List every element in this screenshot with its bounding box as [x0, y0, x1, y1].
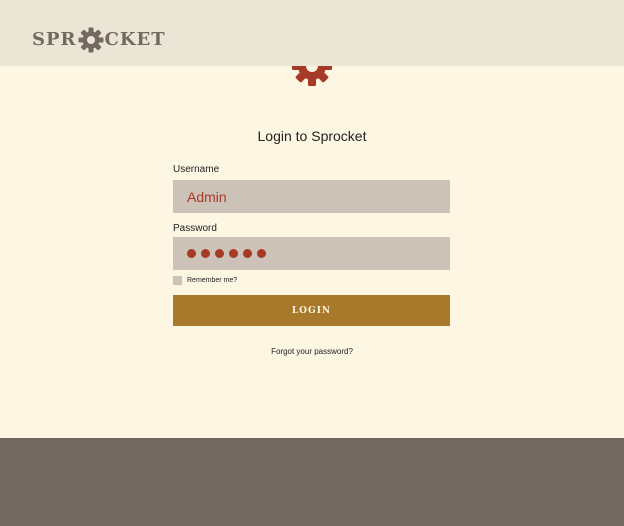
login-title: Login to Sprocket	[257, 128, 367, 144]
logo-text-suffix: CKET	[104, 29, 166, 50]
password-label: Password	[173, 223, 217, 234]
forgot-password-link[interactable]: Forgot your password?	[0, 347, 624, 356]
username-field[interactable]: Admin	[173, 180, 450, 213]
password-mask-dot	[243, 249, 252, 258]
password-mask-dot	[215, 249, 224, 258]
remember-me-label: Remember me?	[187, 277, 238, 284]
username-value: Admin	[187, 188, 227, 205]
password-mask	[187, 249, 266, 258]
password-field[interactable]	[173, 237, 450, 270]
password-mask-dot	[257, 249, 266, 258]
sprocket-logo[interactable]: SPR CKET	[32, 26, 166, 54]
password-mask-dot	[187, 249, 196, 258]
gear-icon	[292, 66, 332, 86]
site-footer	[0, 438, 624, 526]
username-label: Username	[173, 164, 220, 175]
remember-me-checkbox[interactable]	[173, 276, 182, 285]
password-mask-dot	[229, 249, 238, 258]
password-mask-dot	[201, 249, 210, 258]
site-header: SPR CKET	[0, 0, 624, 66]
hero-gear-container	[290, 66, 334, 88]
logo-text-prefix: SPR	[32, 29, 77, 50]
login-button[interactable]: LOGIN	[173, 295, 450, 326]
gear-icon	[78, 27, 103, 53]
